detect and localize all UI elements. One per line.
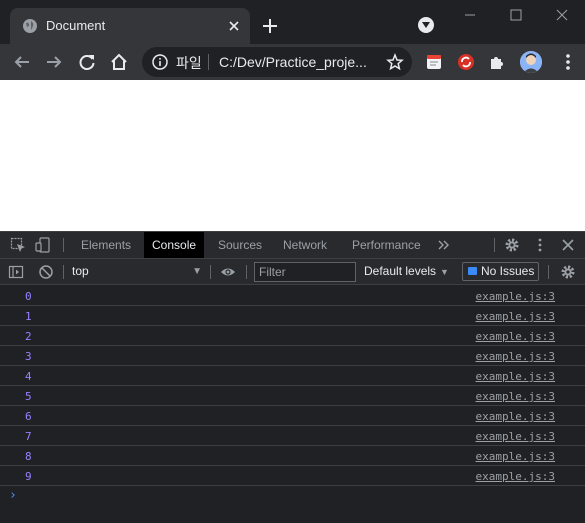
console-row: 1 example.js:3 <box>0 306 585 326</box>
dropdown-caret-icon: ▼ <box>192 266 202 277</box>
source-link[interactable]: example.js:3 <box>476 310 555 323</box>
issues-label: No Issues <box>481 264 535 278</box>
live-expression-eye-icon[interactable] <box>220 264 236 280</box>
source-link[interactable]: example.js:3 <box>476 450 555 463</box>
tab-performance[interactable]: Performance <box>344 232 429 258</box>
avatar-image <box>520 51 542 73</box>
console-value: 6 <box>25 410 32 423</box>
tab-console[interactable]: Console <box>144 232 205 258</box>
chevron-down-icon <box>422 22 430 28</box>
log-levels-label: Default levels <box>364 264 437 278</box>
site-info-icon[interactable] <box>152 54 168 70</box>
profile-avatar[interactable] <box>520 51 542 73</box>
globe-icon <box>23 19 37 33</box>
more-tabs-chevron-icon[interactable] <box>436 237 452 253</box>
tab-search-button[interactable] <box>418 17 434 33</box>
source-link[interactable]: example.js:3 <box>476 430 555 443</box>
console-value: 2 <box>25 330 32 343</box>
extensions-puzzle-icon[interactable] <box>488 53 506 71</box>
console-row: 3 example.js:3 <box>0 346 585 366</box>
scheme-label: 파일 <box>176 55 202 71</box>
toolbar-divider <box>246 265 247 279</box>
console-value: 3 <box>25 350 32 363</box>
issues-flag-icon <box>468 267 477 275</box>
address-bar[interactable]: 파일 C:/Dev/Practice_proje... <box>142 47 412 77</box>
toolbar-divider <box>210 265 211 279</box>
device-toolbar-icon[interactable] <box>35 237 51 253</box>
console-row: 2 example.js:3 <box>0 326 585 346</box>
tab-elements[interactable]: Elements <box>73 232 139 258</box>
browser-tab[interactable]: Document <box>10 8 250 44</box>
bookmark-star-icon[interactable] <box>386 53 404 71</box>
sidebar-toggle-icon[interactable] <box>8 264 24 280</box>
context-selector[interactable]: top ▼ <box>66 259 206 284</box>
settings-gear-icon[interactable] <box>504 237 520 253</box>
tab-network[interactable]: Network <box>275 232 335 258</box>
toolbar-divider <box>63 238 64 252</box>
console-filter-input[interactable] <box>254 262 356 282</box>
console-row: 8 example.js:3 <box>0 446 585 466</box>
inspect-element-icon[interactable] <box>10 237 26 253</box>
console-settings-gear-icon[interactable] <box>560 264 576 280</box>
dropdown-caret-icon: ▼ <box>440 267 449 277</box>
maximize-icon[interactable] <box>493 0 539 30</box>
console-row: 7 example.js:3 <box>0 426 585 446</box>
home-icon[interactable] <box>109 52 129 72</box>
source-link[interactable]: example.js:3 <box>476 330 555 343</box>
console-prompt[interactable]: › <box>0 486 585 506</box>
more-menu-icon[interactable] <box>558 52 578 72</box>
console-value: 5 <box>25 390 32 403</box>
console-value: 9 <box>25 470 32 483</box>
browser-toolbar: 파일 C:/Dev/Practice_proje... <box>0 44 585 80</box>
close-tab-icon[interactable] <box>226 18 242 34</box>
window-close-icon[interactable] <box>539 0 585 30</box>
console-value: 4 <box>25 370 32 383</box>
toolbar-divider <box>63 265 64 279</box>
log-levels-dropdown[interactable]: Default levels ▼ <box>364 259 449 284</box>
console-row: 0 example.js:3 <box>0 286 585 306</box>
tab-strip: Document <box>0 0 585 44</box>
context-value: top <box>72 264 89 278</box>
devtools-panel: Elements Console Sources Network Perform… <box>0 231 585 523</box>
address-divider <box>208 54 209 70</box>
console-row: 6 example.js:3 <box>0 406 585 426</box>
close-devtools-icon[interactable] <box>560 237 576 253</box>
console-value: 0 <box>25 290 32 303</box>
notes-extension-icon[interactable] <box>425 53 443 71</box>
tab-title: Document <box>46 18 106 33</box>
url-text[interactable]: C:/Dev/Practice_proje... <box>219 54 367 70</box>
console-value: 8 <box>25 450 32 463</box>
forward-arrow-icon[interactable] <box>44 52 64 72</box>
minimize-icon[interactable] <box>447 0 493 30</box>
back-arrow-icon[interactable] <box>12 52 32 72</box>
console-row: 5 example.js:3 <box>0 386 585 406</box>
issues-button[interactable]: No Issues <box>462 262 539 281</box>
source-link[interactable]: example.js:3 <box>476 390 555 403</box>
page-viewport <box>0 80 585 231</box>
console-row: 9 example.js:3 <box>0 466 585 486</box>
reload-icon[interactable] <box>77 52 97 72</box>
customize-menu-icon[interactable] <box>532 237 548 253</box>
toolbar-divider <box>494 238 495 252</box>
toolbar-divider <box>548 265 549 279</box>
console-value: 7 <box>25 430 32 443</box>
console-filter-bar: top ▼ Default levels▼ No Issues <box>0 259 585 285</box>
tab-sources[interactable]: Sources <box>210 232 270 258</box>
source-link[interactable]: example.js:3 <box>476 470 555 483</box>
sync-extension-icon[interactable] <box>457 53 475 71</box>
console-output: 0 example.js:3 1 example.js:3 2 example.js:3 3… <box>0 286 585 506</box>
prompt-chevron-icon: › <box>9 488 17 503</box>
source-link[interactable]: example.js:3 <box>476 370 555 383</box>
source-link[interactable]: example.js:3 <box>476 350 555 363</box>
console-row: 4 example.js:3 <box>0 366 585 386</box>
clear-console-icon[interactable] <box>38 264 54 280</box>
source-link[interactable]: example.js:3 <box>476 410 555 423</box>
source-link[interactable]: example.js:3 <box>476 290 555 303</box>
new-tab-icon[interactable] <box>260 16 280 36</box>
console-value: 1 <box>25 310 32 323</box>
devtools-tab-bar: Elements Console Sources Network Perform… <box>0 232 585 259</box>
